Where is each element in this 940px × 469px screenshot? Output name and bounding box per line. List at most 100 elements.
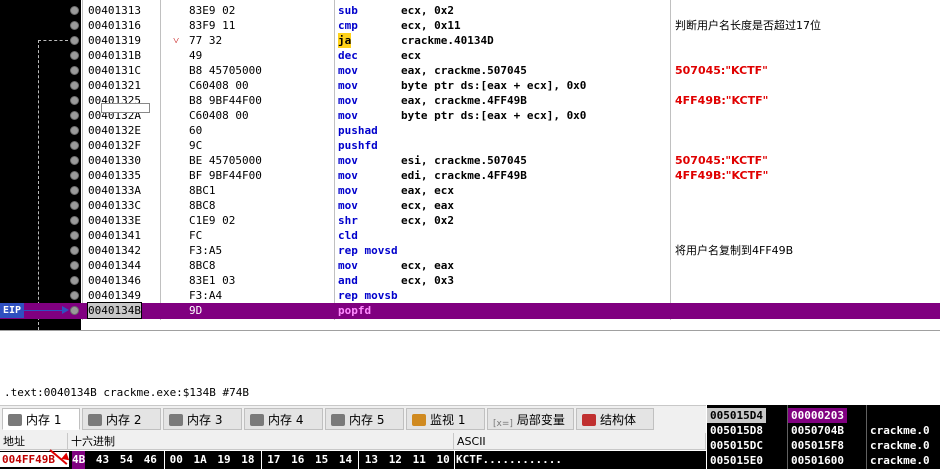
dump-byte[interactable]: 13 xyxy=(365,451,378,469)
breakpoint-dot-icon[interactable] xyxy=(70,231,79,240)
instruction-mnemonic: rep movsd xyxy=(338,244,398,257)
breakpoint-dot-icon[interactable] xyxy=(70,291,79,300)
instruction-row[interactable]: 00401341 FC cld xyxy=(0,228,940,243)
memory-dump[interactable]: 地址 十六进制 ASCII 004FF49B 4B 43 54 46 00 1A 19 18 1… xyxy=(0,433,706,469)
tooltip xyxy=(101,103,150,113)
instruction-row[interactable]: 0040133E C1E9 02 shr ecx, 0x2 xyxy=(0,213,940,228)
tab-4[interactable]: 内存 4 xyxy=(244,408,323,430)
dump-byte[interactable]: 54 xyxy=(120,451,133,469)
instruction-row[interactable]: 0040132E 60 pushad xyxy=(0,123,940,138)
instruction-operands: ecx, 0x2 xyxy=(401,214,454,227)
instruction-row[interactable]: 00401335 BF 9BF44F00 mov edi, crackme.4FF49… xyxy=(0,168,940,183)
dump-byte[interactable]: 00 xyxy=(170,451,183,469)
dump-byte[interactable]: 46 xyxy=(144,451,157,469)
breakpoint-dot-icon[interactable] xyxy=(70,306,79,315)
instruction-row[interactable]: 0040134B 9D popfd xyxy=(0,302,940,319)
tab-8[interactable]: 结构体 xyxy=(576,408,654,430)
breakpoint-dot-icon[interactable] xyxy=(70,21,79,30)
breakpoint-dot-icon[interactable] xyxy=(70,156,79,165)
instruction-address: 0040131C xyxy=(88,64,141,77)
instruction-address: 0040133A xyxy=(88,184,141,197)
instruction-row[interactable]: 00401342 F3:A5 rep movsd 将用户名复制到4FF49B xyxy=(0,243,940,258)
tab-icon xyxy=(412,414,426,426)
instruction-row[interactable]: 0040131B 49 dec ecx xyxy=(0,48,940,63)
tab-2[interactable]: 内存 2 xyxy=(82,408,161,430)
breakpoint-dot-icon[interactable] xyxy=(70,126,79,135)
tab-icon xyxy=(582,414,596,426)
breakpoint-dot-icon[interactable] xyxy=(70,96,79,105)
dump-byte[interactable]: 43 xyxy=(96,451,109,469)
dump-byte[interactable]: 11 xyxy=(413,451,426,469)
tab-7[interactable]: [x=] 局部变量 xyxy=(487,408,574,430)
stack-view[interactable]: 005015D4 00000203 005015D8 0050704B crackme.… xyxy=(707,405,940,469)
breakpoint-dot-icon[interactable] xyxy=(70,201,79,210)
instruction-bytes: B8 9BF44F00 xyxy=(189,94,262,107)
instruction-mnemonic: popfd xyxy=(338,304,372,317)
instruction-row[interactable]: 00401319 ˅ 77 32 ja crackme.40134D xyxy=(0,33,940,48)
instruction-comment: 将用户名复制到4FF49B xyxy=(675,244,794,257)
instruction-row[interactable]: 00401316 83F9 11 cmp ecx, 0x11 判断用户名长度是否超过17… xyxy=(0,18,940,33)
instruction-row[interactable]: 0040132F 9C pushfd xyxy=(0,138,940,153)
dump-byte[interactable]: 12 xyxy=(389,451,402,469)
dump-byte[interactable]: 4B xyxy=(72,451,86,469)
instruction-bytes: 9D xyxy=(189,304,203,317)
breakpoint-dot-icon[interactable] xyxy=(70,276,79,285)
instruction-row[interactable]: 00401344 8BC8 mov ecx, eax xyxy=(0,258,940,273)
breakpoint-dot-icon[interactable] xyxy=(70,66,79,75)
instruction-bytes: B8 45705000 xyxy=(189,64,262,77)
tab-label: 监视 1 xyxy=(430,413,466,427)
tab-icon xyxy=(250,414,264,426)
stack-value: 005015F8 xyxy=(791,439,844,452)
tab-3[interactable]: 内存 3 xyxy=(163,408,242,430)
dump-byte[interactable]: 19 xyxy=(217,451,230,469)
instruction-row[interactable]: 0040133C 8BC8 mov ecx, eax xyxy=(0,198,940,213)
instruction-row[interactable]: 0040133A 8BC1 mov eax, ecx xyxy=(0,183,940,198)
instruction-operands: ecx, eax xyxy=(401,199,454,212)
tab-icon xyxy=(8,414,22,426)
dump-byte[interactable]: 14 xyxy=(339,451,352,469)
stack-row[interactable]: 005015D4 00000203 xyxy=(707,408,940,423)
breakpoint-dot-icon[interactable] xyxy=(70,6,79,15)
breakpoint-dot-icon[interactable] xyxy=(70,246,79,255)
instruction-row[interactable]: 0040131C B8 45705000 mov eax, crackme.50704… xyxy=(0,63,940,78)
instruction-row[interactable]: 00401321 C60408 00 mov byte ptr ds:[eax + e… xyxy=(0,78,940,93)
instruction-address: 00401346 xyxy=(88,274,141,287)
breakpoint-dot-icon[interactable] xyxy=(70,111,79,120)
dump-byte[interactable]: 16 xyxy=(291,451,304,469)
instruction-address: 00401349 xyxy=(88,289,141,302)
instruction-row[interactable]: 00401330 BE 45705000 mov esi, crackme.50704… xyxy=(0,153,940,168)
instruction-row[interactable]: 00401349 F3:A4 rep movsb xyxy=(0,288,940,303)
breakpoint-dot-icon[interactable] xyxy=(70,81,79,90)
stack-row[interactable]: 005015D8 0050704B crackme.0 xyxy=(707,423,940,438)
stack-row[interactable]: 005015E0 00501600 crackme.0 xyxy=(707,453,940,468)
instruction-comment: 507045:"KCTF" xyxy=(675,64,768,77)
stack-value: 00501600 xyxy=(791,454,844,467)
dump-byte[interactable]: 15 xyxy=(315,451,328,469)
tab-1[interactable]: 内存 1 xyxy=(2,408,80,430)
breakpoint-dot-icon[interactable] xyxy=(70,141,79,150)
instruction-mnemonic: mov xyxy=(338,184,358,197)
instruction-address: 00401341 xyxy=(88,229,141,242)
disassembly-view[interactable]: 00401313 83E9 02 sub ecx, 0x2 00401316 83F9 1… xyxy=(0,0,940,330)
instruction-operands: edi, crackme.4FF49B xyxy=(401,169,527,182)
breakpoint-dot-icon[interactable] xyxy=(70,216,79,225)
tab-6[interactable]: 监视 1 xyxy=(406,408,485,430)
dump-row[interactable]: 004FF49B 4B 43 54 46 00 1A 19 18 17 16 15 14 13 12 11 1… xyxy=(0,451,706,469)
dump-byte[interactable]: 10 xyxy=(437,451,450,469)
breakpoint-dot-icon[interactable] xyxy=(70,51,79,60)
breakpoint-dot-icon[interactable] xyxy=(70,36,79,45)
breakpoint-dot-icon[interactable] xyxy=(70,171,79,180)
dump-byte[interactable]: 1A xyxy=(194,451,207,469)
breakpoint-dot-icon[interactable] xyxy=(70,186,79,195)
instruction-bytes: FC xyxy=(189,229,203,242)
instruction-row[interactable]: 00401313 83E9 02 sub ecx, 0x2 xyxy=(0,3,940,18)
instruction-bytes: 77 32 xyxy=(189,34,223,47)
breakpoint-dot-icon[interactable] xyxy=(70,261,79,270)
instruction-bytes: 83E9 02 xyxy=(189,4,236,17)
tab-5[interactable]: 内存 5 xyxy=(325,408,404,430)
dump-byte[interactable]: 17 xyxy=(267,451,280,469)
stack-row[interactable]: 005015DC 005015F8 crackme.0 xyxy=(707,438,940,453)
dump-byte[interactable]: 18 xyxy=(241,451,254,469)
instruction-operands: ecx xyxy=(401,49,421,62)
instruction-row[interactable]: 00401346 83E1 03 and ecx, 0x3 xyxy=(0,273,940,288)
